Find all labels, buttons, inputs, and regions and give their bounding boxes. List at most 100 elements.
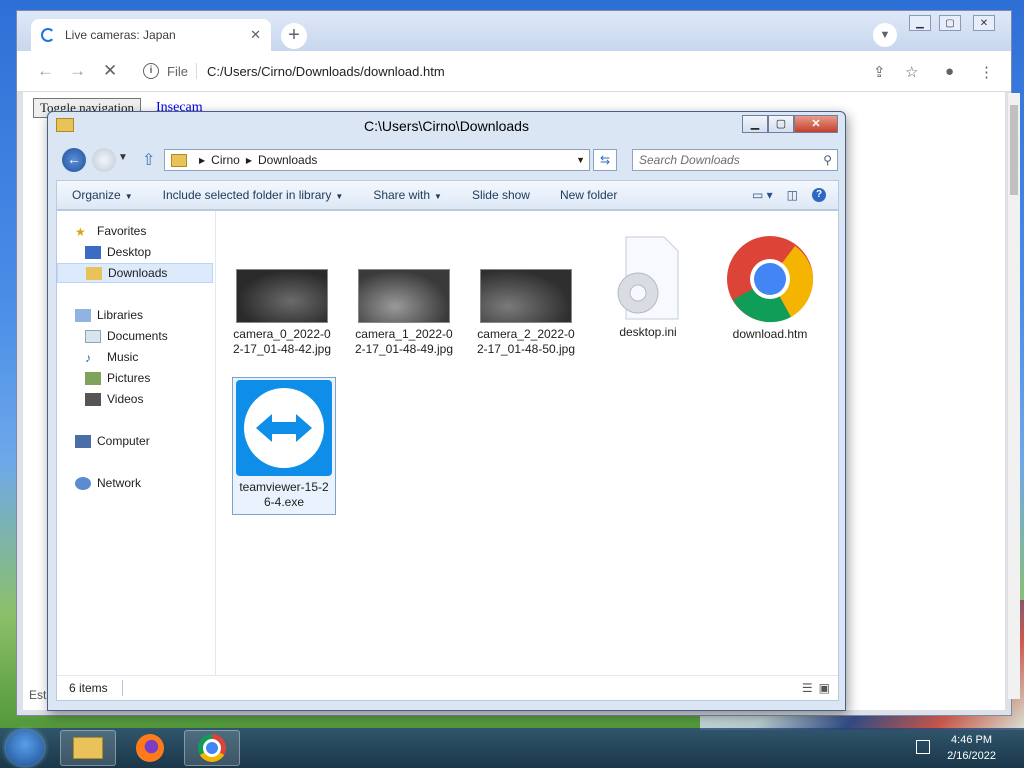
search-input[interactable]: Search Downloads ⚲ (632, 149, 838, 171)
info-icon[interactable]: i (143, 63, 159, 79)
forward-arrow-icon[interactable] (92, 148, 116, 172)
computer-icon (75, 434, 91, 448)
chrome-icon (198, 734, 226, 762)
stop-loading-icon[interactable]: ✕ (103, 61, 117, 81)
minimize-button[interactable]: ▁ (909, 15, 931, 31)
command-bar: Organize ▼ Include selected folder in lib… (56, 180, 839, 210)
loading-spinner-icon (41, 28, 55, 42)
file-name: desktop.ini (619, 325, 677, 339)
file-list: camera_0_2022-02-17_01-48-42.jpg camera_… (216, 211, 838, 676)
preview-pane-icon[interactable]: ◫ (787, 188, 798, 202)
file-name: camera_1_2022-02-17_01-48-49.jpg (354, 327, 454, 356)
nav-documents[interactable]: Documents (85, 326, 168, 346)
organize-button[interactable]: Organize ▼ (57, 188, 148, 202)
address-url[interactable]: C:/Users/Cirno/Downloads/download.htm (207, 64, 445, 79)
nav-libraries[interactable]: Libraries (75, 305, 143, 325)
taskbar-explorer[interactable] (60, 730, 116, 766)
file-item[interactable]: camera_0_2022-02-17_01-48-42.jpg (230, 269, 334, 357)
network-tray-icon[interactable] (916, 740, 930, 754)
explorer-maximize-button[interactable]: ▢ (768, 115, 794, 133)
image-thumbnail (236, 269, 328, 323)
browser-tab[interactable]: Live cameras: Japan ✕ (31, 19, 271, 51)
address-bar[interactable]: i File C:/Users/Cirno/Downloads/download… (129, 57, 909, 85)
breadcrumb-folder-icon (171, 153, 187, 167)
recent-pages-icon[interactable]: ▼ (118, 152, 128, 163)
firefox-icon (136, 734, 164, 762)
refresh-icon[interactable]: ⇆ (593, 149, 617, 171)
new-tab-button[interactable]: + (281, 23, 307, 49)
nav-downloads[interactable]: Downloads (57, 263, 213, 283)
file-name: camera_2_2022-02-17_01-48-50.jpg (476, 327, 576, 356)
nav-favorites[interactable]: ★ Favorites (75, 221, 146, 241)
chrome-titlebar: Live cameras: Japan ✕ + ▼ ▁ ▢ ✕ (17, 11, 1011, 51)
tab-search-button[interactable]: ▼ (873, 23, 897, 47)
file-name: download.htm (732, 327, 808, 341)
nav-music[interactable]: ♪ Music (85, 347, 138, 367)
taskbar-chrome[interactable] (184, 730, 240, 766)
chevron-right-icon[interactable]: ▶ (246, 156, 252, 165)
file-item[interactable]: download.htm (718, 235, 822, 342)
file-item[interactable]: camera_2_2022-02-17_01-48-50.jpg (474, 269, 578, 357)
navigation-pane: ★ Favorites Desktop Downloads Libraries D… (57, 211, 216, 676)
nav-pictures[interactable]: Pictures (85, 368, 150, 388)
nav-network[interactable]: Network (75, 473, 141, 493)
teamviewer-icon (236, 380, 332, 476)
explorer-minimize-button[interactable]: ▁ (742, 115, 768, 133)
back-arrow-icon[interactable]: ← (37, 61, 54, 81)
forward-arrow-icon[interactable]: → (69, 61, 86, 81)
back-arrow-icon[interactable]: ← (62, 148, 86, 172)
up-folder-icon[interactable]: ⇧ (142, 150, 155, 170)
search-placeholder: Search Downloads (639, 153, 740, 167)
file-item-selected[interactable]: teamviewer-15-26-4.exe (232, 377, 336, 515)
music-icon: ♪ (85, 350, 91, 365)
breadcrumb-item-cirno[interactable]: Cirno (211, 153, 240, 167)
include-in-library-button[interactable]: Include selected folder in library ▼ (148, 188, 359, 202)
explorer-close-button[interactable]: ✕ (794, 115, 838, 133)
file-name: camera_0_2022-02-17_01-48-42.jpg (232, 327, 332, 356)
status-bar: 6 items ☰ ▣ (57, 675, 838, 700)
details-view-icon[interactable]: ☰ (802, 681, 813, 695)
chrome-html-icon (727, 236, 814, 323)
taskbar: 4:46 PM 2/16/2022 (0, 728, 1024, 768)
explorer-title: C:\Users\Cirno\Downloads (364, 118, 529, 134)
libraries-icon (75, 308, 91, 322)
large-icons-view-icon[interactable]: ▣ (819, 681, 830, 695)
share-icon[interactable]: ⇪ (873, 63, 886, 81)
star-icon: ★ (75, 224, 86, 239)
page-scrollbar[interactable] (1008, 93, 1020, 699)
nav-desktop[interactable]: Desktop (85, 242, 151, 262)
scrollbar-thumb[interactable] (1010, 105, 1018, 195)
bookmark-star-icon[interactable]: ☆ (905, 63, 918, 81)
change-view-icon[interactable]: ▭ ▾ (752, 188, 773, 202)
taskbar-firefox[interactable] (122, 730, 178, 766)
slide-show-button[interactable]: Slide show (457, 188, 545, 202)
file-item[interactable]: desktop.ini (596, 235, 700, 340)
new-folder-button[interactable]: New folder (545, 188, 632, 202)
search-icon[interactable]: ⚲ (823, 153, 832, 167)
start-button[interactable] (6, 730, 44, 766)
chevron-right-icon[interactable]: ▶ (199, 156, 205, 165)
nav-videos[interactable]: Videos (85, 389, 143, 409)
tab-close-icon[interactable]: ✕ (250, 27, 261, 43)
menu-kebab-icon[interactable]: ⋮ (979, 63, 994, 81)
file-name: teamviewer-15-26-4.exe (239, 480, 329, 509)
address-separator (195, 63, 197, 79)
downloads-folder-icon (86, 266, 102, 280)
file-item[interactable]: camera_1_2022-02-17_01-48-49.jpg (352, 269, 456, 357)
profile-avatar-icon[interactable]: ● (945, 63, 954, 80)
close-button[interactable]: ✕ (973, 15, 995, 31)
breadcrumb-item-downloads[interactable]: Downloads (258, 153, 317, 167)
tab-title: Live cameras: Japan (65, 28, 176, 42)
share-with-button[interactable]: Share with ▼ (358, 188, 457, 202)
browser-toolbar: ← → ✕ i File C:/Users/Cirno/Downloads/do… (17, 51, 1011, 92)
help-icon[interactable]: ? (812, 188, 826, 202)
breadcrumb[interactable]: ▶ Cirno ▶ Downloads ▼ (164, 149, 590, 171)
nav-computer[interactable]: Computer (75, 431, 150, 451)
system-clock[interactable]: 4:46 PM 2/16/2022 (947, 732, 996, 764)
network-icon (75, 476, 91, 490)
chevron-down-icon[interactable]: ▼ (576, 155, 585, 165)
maximize-button[interactable]: ▢ (939, 15, 961, 31)
item-count: 6 items (69, 681, 108, 695)
image-thumbnail (358, 269, 450, 323)
explorer-window: C:\Users\Cirno\Downloads ▁ ▢ ✕ ← ▼ ⇧ ▶ C… (47, 111, 846, 711)
